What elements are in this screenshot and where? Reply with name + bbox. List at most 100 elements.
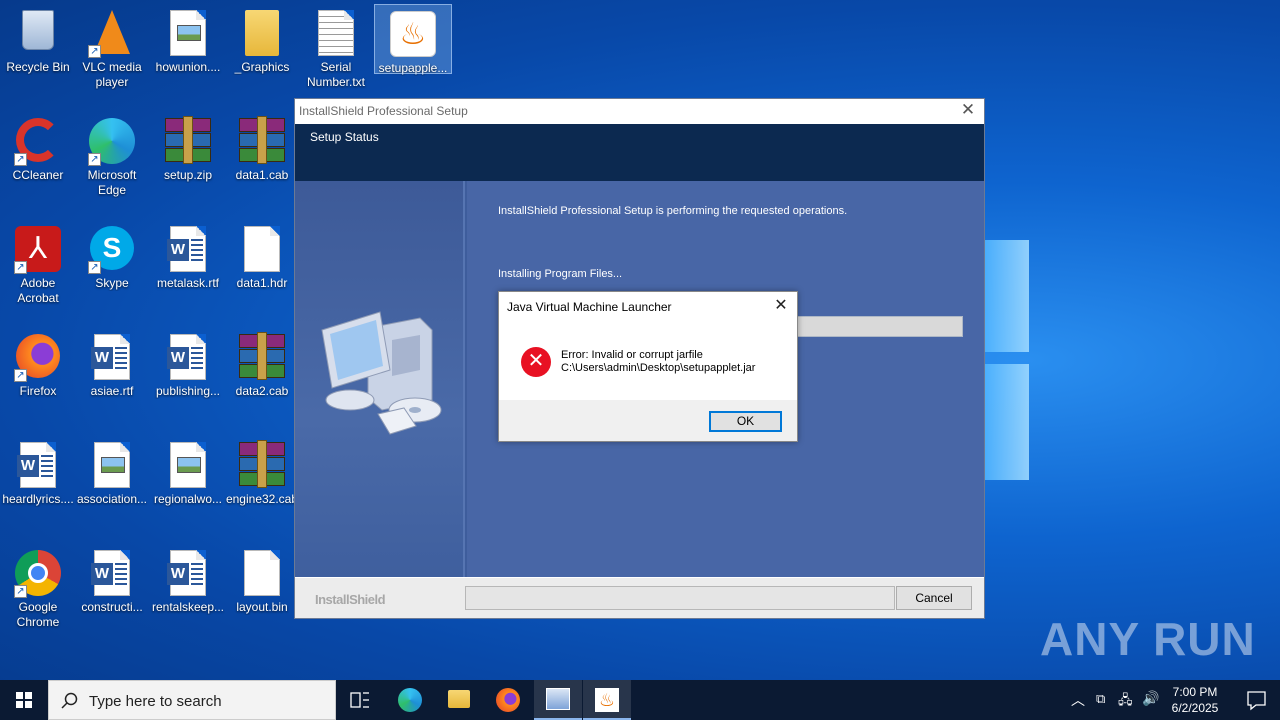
shortcut-arrow-icon: ↗ xyxy=(14,261,27,274)
installer-titlebar: InstallShield Professional Setup ✕ xyxy=(295,99,984,124)
clock-date: 6/2/2025 xyxy=(1171,701,1219,715)
ok-button[interactable]: OK xyxy=(709,411,782,432)
desktop-icon-microsoft-edge[interactable]: ↗ Microsoft Edge xyxy=(74,112,150,202)
network-icon[interactable]: 🖧 xyxy=(1118,691,1133,713)
desktop-icon-howunion[interactable]: howunion.... xyxy=(150,4,226,76)
taskbar-search-box[interactable]: Type here to search xyxy=(48,680,336,720)
dialog-footer: OK xyxy=(499,400,797,441)
word-document-icon: W xyxy=(164,334,212,382)
desktop-icon-data2-cab[interactable]: data2.cab xyxy=(224,328,300,400)
dialog-close-icon[interactable]: ✕ xyxy=(771,296,791,316)
dialog-error-line: Error: Invalid or corrupt jarfile xyxy=(561,349,703,361)
word-document-icon: W xyxy=(88,334,136,382)
skype-icon: S ↗ xyxy=(88,226,136,274)
desktop-icon-association[interactable]: association... xyxy=(74,436,150,508)
word-document-icon: W xyxy=(88,550,136,598)
chrome-icon: ↗ xyxy=(14,550,62,598)
desktop-icon-rentalskeep[interactable]: W rentalskeep... xyxy=(150,544,226,616)
word-document-icon: W xyxy=(164,226,212,274)
blank-file-icon xyxy=(238,550,286,598)
taskbar-java[interactable]: ♨ xyxy=(583,680,631,720)
network-device-icon[interactable]: ⧉ xyxy=(1096,691,1105,707)
shortcut-arrow-icon: ↗ xyxy=(88,45,101,58)
edge-icon: ↗ xyxy=(88,118,136,166)
search-icon xyxy=(61,692,78,709)
start-button[interactable] xyxy=(0,680,48,720)
desktop-icon-metalask-rtf[interactable]: W metalask.rtf xyxy=(150,220,226,292)
winrar-archive-icon xyxy=(238,116,286,166)
installer-header: Setup Status xyxy=(295,124,984,181)
windows-wallpaper-logo xyxy=(985,240,1045,480)
desktop-icon-graphics-folder[interactable]: _Graphics xyxy=(224,4,300,76)
volume-icon[interactable]: 🔊 xyxy=(1142,690,1159,707)
java-error-dialog: Java Virtual Machine Launcher ✕ ✕ Error:… xyxy=(498,291,798,442)
word-document-icon: W xyxy=(164,550,212,598)
task-view-icon xyxy=(350,692,369,708)
dialog-error-path: C:\Users\admin\Desktop\setupapplet.jar xyxy=(561,362,756,374)
dialog-title: Java Virtual Machine Launcher xyxy=(507,300,672,314)
windows-start-icon xyxy=(16,692,32,708)
clock-time: 7:00 PM xyxy=(1172,685,1218,699)
anyrun-watermark: ANY RUN xyxy=(1040,613,1256,665)
shortcut-arrow-icon: ↗ xyxy=(88,261,101,274)
desktop-icon-recycle-bin[interactable]: Recycle Bin xyxy=(0,4,76,92)
blank-file-icon xyxy=(238,226,286,274)
installer-message: InstallShield Professional Setup is perf… xyxy=(498,205,848,217)
installshield-logo: InstallShield xyxy=(315,592,386,607)
desktop-icon-heardlyrics[interactable]: W heardlyrics.... xyxy=(0,436,76,508)
cancel-button[interactable]: Cancel xyxy=(896,586,972,610)
chevron-up-icon[interactable]: ︿ xyxy=(1071,690,1085,710)
installer-close-icon[interactable]: ✕ xyxy=(960,101,976,119)
desktop-icon-asiae-rtf[interactable]: W asiae.rtf xyxy=(74,328,150,400)
desktop-icon-google-chrome[interactable]: ↗ Google Chrome xyxy=(0,544,76,632)
desktop-icon-setup-zip[interactable]: setup.zip xyxy=(150,112,226,184)
installshield-icon xyxy=(546,688,570,710)
desktop-icon-serial-number[interactable]: Serial Number.txt xyxy=(298,4,374,92)
search-placeholder: Type here to search xyxy=(89,693,222,710)
desktop-icon-vlc[interactable]: ↗ VLC media player xyxy=(74,4,150,92)
desktop-icon-engine32-cab[interactable]: engine32.cab xyxy=(224,436,300,508)
desktop-icon-constructi[interactable]: W constructi... xyxy=(74,544,150,616)
vlc-cone-icon: ↗ xyxy=(88,10,136,58)
desktop-icon-publishing[interactable]: W publishing... xyxy=(150,328,226,400)
winrar-archive-icon xyxy=(238,332,286,382)
taskbar-edge[interactable] xyxy=(386,680,434,720)
installer-header-title: Setup Status xyxy=(310,130,379,144)
desktop-icon-skype[interactable]: S ↗ Skype xyxy=(74,220,150,292)
notifications-button[interactable] xyxy=(1232,680,1280,720)
shortcut-arrow-icon: ↗ xyxy=(14,585,27,598)
shortcut-arrow-icon: ↗ xyxy=(14,153,27,166)
notification-icon xyxy=(1247,691,1266,711)
java-icon: ♨ xyxy=(389,11,437,59)
dialog-message: Error: Invalid or corrupt jarfile C:\Use… xyxy=(561,349,755,375)
desktop-icon-data1-cab[interactable]: data1.cab xyxy=(224,112,300,184)
error-icon: ✕ xyxy=(521,347,551,377)
desktop-icon-regionalwo[interactable]: regionalwo... xyxy=(150,436,226,508)
shortcut-arrow-icon: ↗ xyxy=(88,153,101,166)
java-icon: ♨ xyxy=(595,688,619,712)
edge-icon xyxy=(398,688,422,712)
recycle-bin-icon xyxy=(14,10,62,58)
desktop-icon-layout-bin[interactable]: layout.bin xyxy=(224,544,300,616)
taskbar-file-explorer[interactable] xyxy=(435,680,483,720)
image-file-icon xyxy=(88,442,136,490)
text-file-icon xyxy=(312,10,360,58)
taskbar: Type here to search ♨ ︿ ⧉ 🖧 🔊 7:00 PM 6/… xyxy=(0,680,1280,720)
winrar-archive-icon xyxy=(238,440,286,490)
taskbar-firefox[interactable] xyxy=(484,680,532,720)
task-view-button[interactable] xyxy=(336,680,384,720)
desktop-icon-firefox[interactable]: ↗ Firefox xyxy=(0,328,76,400)
image-file-icon xyxy=(164,442,212,490)
computer-illustration-icon xyxy=(321,311,442,435)
desktop-icon-setupapplet[interactable]: ♨ setupapple... xyxy=(374,4,452,75)
desktop-icon-ccleaner[interactable]: ↗ CCleaner xyxy=(0,112,76,202)
taskbar-installshield[interactable] xyxy=(534,680,582,720)
winrar-archive-icon xyxy=(164,116,212,166)
desktop-icon-adobe-acrobat[interactable]: ⅄ ↗ Adobe Acrobat xyxy=(0,220,76,310)
installer-status-text: Installing Program Files... xyxy=(498,268,623,280)
firefox-icon xyxy=(496,688,520,712)
desktop-icon-data1-hdr[interactable]: data1.hdr xyxy=(224,220,300,292)
firefox-icon: ↗ xyxy=(14,334,62,382)
taskbar-clock[interactable]: 7:00 PM 6/2/2025 xyxy=(1160,684,1230,716)
shortcut-arrow-icon: ↗ xyxy=(14,369,27,382)
